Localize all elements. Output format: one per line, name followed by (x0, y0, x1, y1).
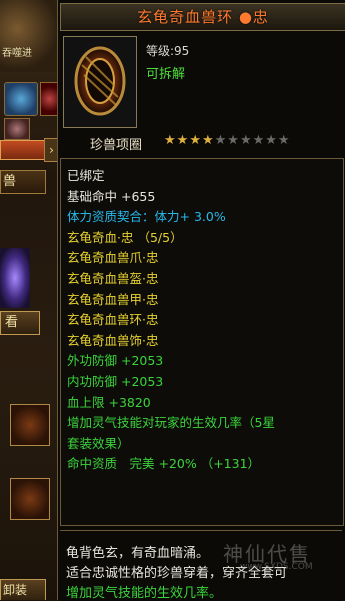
star-icon: ★ (252, 133, 266, 148)
unequip-button[interactable]: 卸装 (0, 579, 46, 600)
stat-line: 体力资质契合：体力+ 3.0% (67, 209, 226, 225)
stat-line: 血上限 +3820 (67, 394, 151, 410)
stat-line: 基础命中 +655 (67, 188, 156, 204)
description-line: 龟背色玄，有奇血暗涌。 (66, 546, 210, 561)
star-icon: ★ (164, 133, 177, 148)
event-banner[interactable]: 吞噬进 (0, 0, 57, 72)
tooltip-title-bar: 玄龟奇血兽环 ●忠 (60, 3, 345, 31)
star-icon: ★ (227, 133, 240, 148)
star-icon: ★ (201, 133, 215, 148)
stat-line: 内功防御 +2053 (67, 374, 164, 389)
item-level: 等级:95 (146, 44, 190, 58)
banner-text: 吞噬进 (2, 48, 32, 59)
star-icon: ★ (239, 133, 253, 148)
item-tooltip: 玄龟奇血兽环 ●忠 等级:95 可拆解 珍兽项圈 ★★★★★★★★★★ 已绑定基… (57, 0, 345, 601)
item-icon[interactable] (40, 82, 57, 116)
star-icon: ★ (176, 133, 190, 148)
stat-line: 外功防御 +2053 (67, 353, 164, 369)
star-icon: ★ (189, 133, 202, 148)
stat-line: 玄龟奇血兽盔·忠 (67, 271, 159, 286)
crystal-icon (0, 248, 30, 308)
collar-rating: 珍兽项圈 ★★★★★★★★★★ (58, 133, 345, 154)
stat-line: 玄龟奇血兽饰·忠 (67, 332, 159, 348)
item-title: 玄龟奇血兽环 ●忠 (137, 8, 269, 26)
star-icon: ★ (265, 133, 278, 148)
buff-icon[interactable] (4, 118, 30, 140)
pet-tab[interactable] (0, 140, 48, 160)
stat-line: 已绑定 (67, 168, 105, 183)
item-icon-frame (63, 36, 137, 128)
equip-slot-claw[interactable] (10, 404, 50, 446)
equip-slot-ring[interactable] (10, 478, 50, 520)
stat-line: 增加灵气技能对玩家的生效几率（5星 (67, 415, 275, 431)
skill-icon[interactable] (4, 82, 38, 116)
star-rating: ★★★★★★★★★★ (164, 133, 291, 148)
stat-line: 套装效果） (67, 435, 130, 451)
disassemble-status: 可拆解 (146, 67, 186, 82)
pet-label[interactable]: 兽 (0, 170, 46, 194)
stats-box: 已绑定基础命中 +655 体力资质契合：体力+ 3.0% 玄龟奇血·忠 （5/5） 玄… (60, 158, 344, 526)
stat-line: 玄龟奇血兽甲·忠 (67, 291, 159, 307)
chevron-right-icon[interactable]: › (44, 138, 57, 162)
ring-item-icon (74, 46, 126, 116)
stat-line: 命中资质 完美 +20% （+131） (67, 456, 261, 472)
stat-line: 玄龟奇血·忠 （5/5） (67, 229, 183, 245)
left-game-panel: 吞噬进 › 兽 看 卸装 (0, 0, 57, 600)
stat-line: 玄龟奇血兽爪·忠 (67, 250, 159, 266)
star-icon: ★ (214, 133, 228, 148)
description-line: 增加灵气技能的生效几率。 (66, 586, 223, 601)
collar-label: 珍兽项圈 (90, 138, 143, 153)
view-button[interactable]: 看 (0, 311, 40, 335)
star-icon: ★ (277, 133, 291, 148)
stat-line: 玄龟奇血兽环·忠 (67, 312, 159, 328)
watermark-url: www.SXDS.COM (240, 562, 313, 572)
